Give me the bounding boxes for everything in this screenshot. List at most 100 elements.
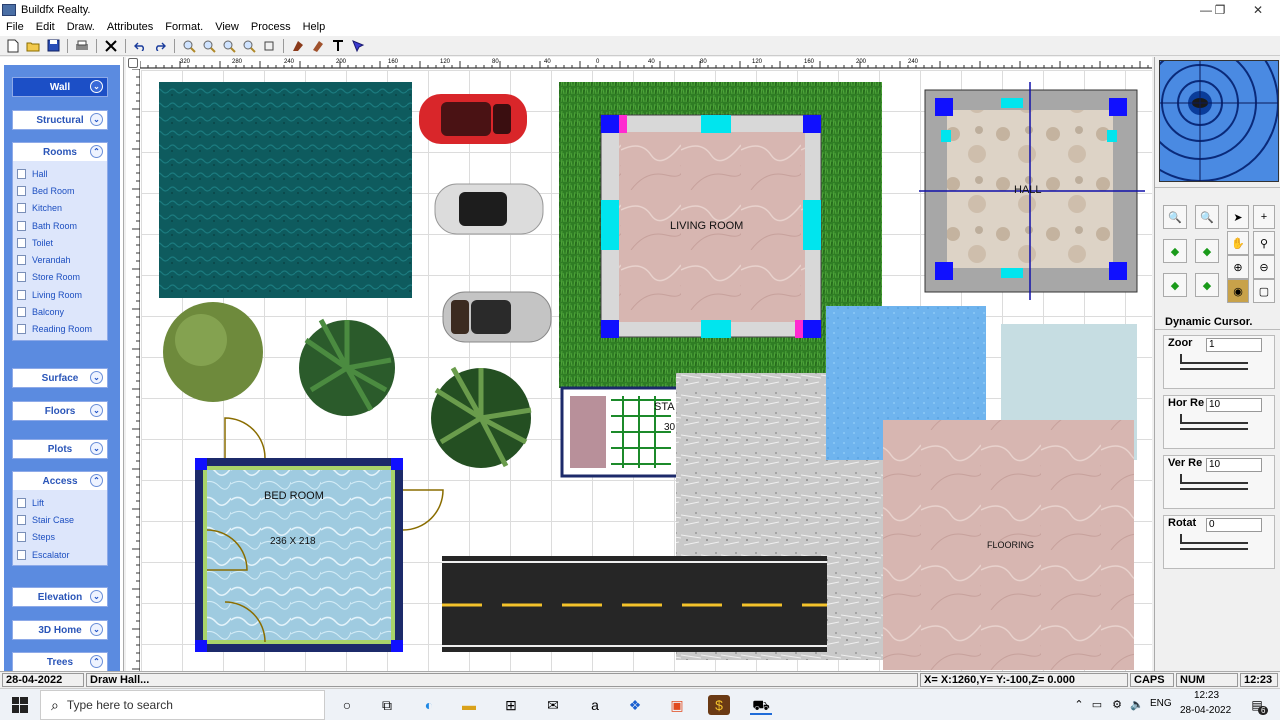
maximize-button[interactable]: ❐ [1200, 0, 1240, 20]
group-rooms-header[interactable]: Rooms ⌃ [13, 143, 107, 161]
rotate-slider[interactable] [1180, 542, 1248, 544]
menu-view[interactable]: View [209, 20, 245, 36]
sidebar-item-toilet[interactable]: Toilet [15, 234, 107, 251]
store-icon[interactable]: ⊞ [500, 695, 522, 715]
zoom-out-icon[interactable]: 🔍 [1195, 205, 1219, 229]
close-button[interactable]: ✕ [1238, 0, 1278, 20]
windows-start-icon[interactable] [12, 697, 28, 716]
magnify-icon[interactable]: ⚲ [1253, 231, 1275, 255]
open-icon[interactable] [24, 38, 42, 54]
sidebar-item-balcony[interactable]: Balcony [15, 303, 107, 320]
drawing-canvas[interactable]: LIVING ROOM HALL BED ROOM 236 X 218 FLOO… [141, 70, 1152, 671]
group-wall-header[interactable]: Wall ⌄ [13, 78, 107, 96]
redo-icon[interactable] [151, 38, 169, 54]
menu-format[interactable]: Format. [159, 20, 209, 36]
menu-edit[interactable]: Edit [30, 20, 61, 36]
chevron-down-icon[interactable]: ⌄ [90, 623, 103, 636]
pan-hand-icon[interactable]: ✋ [1227, 231, 1249, 255]
road-tile[interactable] [442, 556, 827, 652]
hor-res-slider[interactable] [1180, 422, 1248, 424]
zoom-value-input[interactable]: 1 [1206, 338, 1262, 352]
arrow-left-icon[interactable]: ◆ [1195, 273, 1219, 297]
group-structural[interactable]: Structural ⌄ [12, 110, 108, 130]
print-icon[interactable] [73, 38, 91, 54]
sidebar-item-store-room[interactable]: Store Room [15, 269, 107, 286]
group-structural-header[interactable]: Structural ⌄ [13, 111, 107, 129]
group-elevation[interactable]: Elevation ⌄ [12, 587, 108, 607]
sidebar-item-kitchen[interactable]: Kitchen [15, 200, 107, 217]
app-launcher-icon[interactable]: $ [708, 695, 730, 715]
chevron-up-icon[interactable]: ⌃ [90, 474, 103, 487]
zoom-fit-icon[interactable] [220, 38, 238, 54]
hor-res-value-input[interactable]: 10 [1206, 398, 1262, 412]
taskbar-clock-date[interactable]: 28-04-2022 [1180, 705, 1231, 716]
pointer-icon[interactable] [349, 38, 367, 54]
frame-icon[interactable]: ▢ [1253, 279, 1275, 303]
zoom-out-icon[interactable] [200, 38, 218, 54]
group-rooms[interactable]: Rooms ⌃ Hall Bed Room Kitchen Bath Room T… [12, 142, 108, 341]
chevron-down-icon[interactable]: ⌄ [90, 404, 103, 417]
battery-icon[interactable]: ▭ [1086, 695, 1108, 715]
chevron-up-icon[interactable]: ⌃ [90, 145, 103, 158]
group-access[interactable]: Access ⌃ Lift Stair Case Steps Escalator [12, 471, 108, 567]
sidebar-item-bed-room[interactable]: Bed Room [15, 182, 107, 199]
chevron-down-icon[interactable]: ⌄ [90, 113, 103, 126]
ver-res-slider[interactable] [1180, 482, 1248, 484]
buildfx-taskbar-icon[interactable]: ⛟ [750, 695, 772, 715]
arrow-up-icon[interactable]: ◆ [1163, 239, 1187, 263]
water-texture-tile[interactable] [159, 82, 412, 298]
sidebar-item-steps[interactable]: Steps [15, 529, 107, 546]
language-indicator[interactable]: ENG [1150, 698, 1172, 709]
save-icon[interactable] [44, 38, 62, 54]
group-surface[interactable]: Surface ⌄ [12, 368, 108, 388]
zoom-window-icon[interactable] [240, 38, 258, 54]
sidebar-item-reading-room[interactable]: Reading Room [15, 321, 107, 338]
rotate-value-input[interactable]: 0 [1206, 518, 1262, 532]
zoom-plus-icon[interactable]: ⊕ [1227, 255, 1249, 279]
group-3d-home-header[interactable]: 3D Home ⌄ [13, 621, 107, 639]
wall-brush-icon[interactable] [289, 38, 307, 54]
refresh-icon[interactable] [260, 38, 278, 54]
group-trees[interactable]: Trees ⌃ [12, 652, 108, 671]
office-icon[interactable]: ▣ [666, 695, 688, 715]
menu-attributes[interactable]: Attributes [101, 20, 159, 36]
new-icon[interactable] [4, 38, 22, 54]
chevron-up-icon[interactable]: ⌃ [90, 655, 103, 668]
group-floors-header[interactable]: Floors ⌄ [13, 402, 107, 420]
chevron-down-icon[interactable]: ⌄ [90, 80, 103, 93]
group-floors[interactable]: Floors ⌄ [12, 401, 108, 421]
menu-file[interactable]: File [0, 20, 30, 36]
zoom-minus-icon[interactable]: ⊖ [1253, 255, 1275, 279]
select-pointer-icon[interactable]: ➤ [1227, 205, 1249, 229]
menu-draw[interactable]: Draw. [61, 20, 101, 36]
sidebar-item-stair-case[interactable]: Stair Case [15, 511, 107, 528]
white-car-icon[interactable] [434, 183, 544, 235]
taskbar-search-box[interactable]: ⌕ Type here to search [40, 690, 325, 720]
edge-browser-icon[interactable]: ◐ [418, 695, 440, 715]
close-x-icon[interactable] [102, 38, 120, 54]
text-icon[interactable] [329, 38, 347, 54]
task-view-icon[interactable]: ⧉ [376, 695, 398, 715]
sidebar-item-verandah[interactable]: Verandah [15, 251, 107, 268]
bed-room[interactable] [195, 417, 444, 652]
sidebar-item-lift[interactable]: Lift [15, 494, 107, 511]
chevron-down-icon[interactable]: ⌄ [90, 371, 103, 384]
zoom-slider[interactable] [1180, 362, 1248, 364]
taskbar-clock-time[interactable]: 12:23 [1194, 690, 1219, 701]
undo-icon[interactable] [131, 38, 149, 54]
silver-car-icon[interactable] [442, 291, 552, 343]
dropbox-icon[interactable]: ❖ [624, 695, 646, 715]
zoom-in-icon[interactable] [180, 38, 198, 54]
target-icon[interactable]: ◉ [1227, 279, 1249, 303]
amazon-icon[interactable]: a [584, 695, 606, 715]
group-trees-header[interactable]: Trees ⌃ [13, 653, 107, 671]
texture-brush-icon[interactable] [309, 38, 327, 54]
ver-res-value-input[interactable]: 10 [1206, 458, 1262, 472]
group-3d-home[interactable]: 3D Home ⌄ [12, 620, 108, 640]
menu-help[interactable]: Help [297, 20, 332, 36]
palm-tree-icon[interactable] [431, 366, 532, 468]
navigator-preview[interactable] [1159, 60, 1279, 182]
group-wall[interactable]: Wall ⌄ [12, 77, 108, 97]
sidebar-item-hall[interactable]: Hall [15, 165, 107, 182]
chevron-down-icon[interactable]: ⌄ [90, 590, 103, 603]
